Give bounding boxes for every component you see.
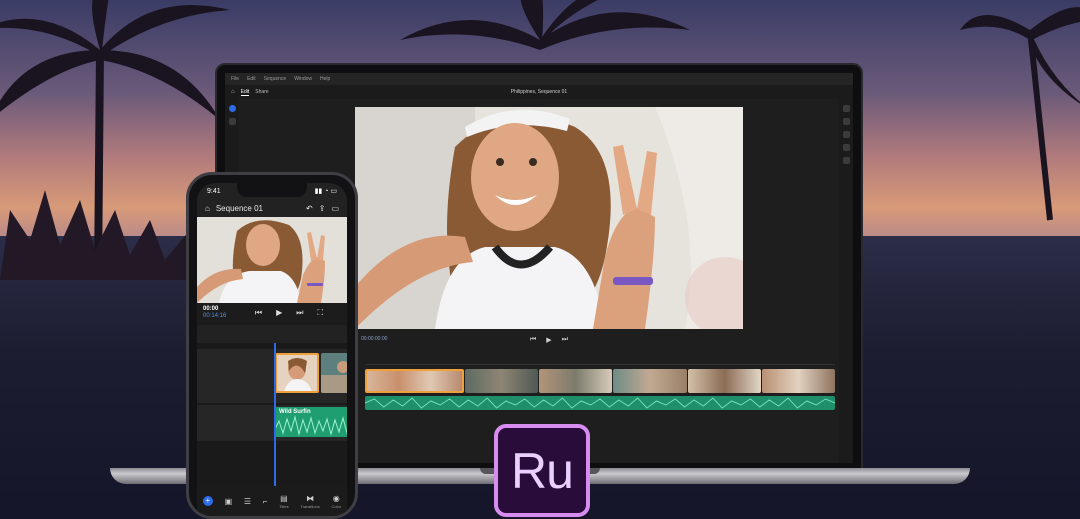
video-frame-selfie: [355, 107, 743, 329]
desktop-menu-bar: File Edit Sequence Window Help: [225, 73, 853, 85]
menu-item-help[interactable]: Help: [320, 76, 330, 82]
phone-playhead[interactable]: [274, 343, 276, 486]
phone-video-clip-selected[interactable]: [275, 353, 319, 393]
sequence-title: Philippines, Sequence 01: [510, 89, 568, 95]
program-monitor[interactable]: [355, 107, 743, 329]
phone-app-screen: 9:41 ▮▮ ◔ ▭ ⌂ Sequence 01 ↶ ⇪ ▭ 00:00 00…: [197, 183, 347, 516]
crop-icon[interactable]: [842, 118, 850, 125]
titles-label: Titles: [279, 503, 289, 509]
premiere-rush-logo: Ru: [494, 424, 590, 517]
video-track: [365, 369, 835, 393]
undo-icon[interactable]: ↶: [306, 204, 313, 213]
desktop-transport-controls: ⏮ ▶ ⏭: [355, 335, 743, 345]
sequence-list-icon[interactable]: ☰: [244, 497, 251, 506]
properties-icon[interactable]: [842, 105, 850, 112]
phone-device: 9:41 ▮▮ ◔ ▭ ⌂ Sequence 01 ↶ ⇪ ▭ 00:00 00…: [186, 172, 358, 519]
menu-item-file[interactable]: File: [231, 76, 239, 82]
right-tool-rail: [839, 99, 853, 463]
video-clip[interactable]: [465, 369, 539, 393]
add-media-button[interactable]: [228, 105, 236, 112]
timeline-ruler[interactable]: [365, 358, 835, 365]
phone-current-time: 00:00: [203, 306, 219, 312]
add-button[interactable]: +: [202, 496, 213, 506]
media-icon[interactable]: ▣: [225, 497, 233, 506]
phone-sequence-title: Sequence 01: [215, 203, 263, 213]
phone-duration: 00:14:16: [203, 313, 227, 319]
logo-text: Ru: [511, 442, 574, 499]
comment-icon[interactable]: ▭: [331, 204, 339, 213]
palm-tree-right: [960, 7, 1080, 221]
color-icon[interactable]: [842, 131, 850, 138]
step-back-icon[interactable]: ⏮: [255, 308, 262, 318]
video-clip[interactable]: [365, 369, 465, 393]
titles-tool[interactable]: ▤ Titles: [279, 494, 288, 509]
menu-item-sequence[interactable]: Sequence: [264, 76, 287, 82]
phone-video-clip[interactable]: [321, 353, 347, 393]
home-icon[interactable]: ⌂: [205, 204, 210, 213]
phone-video-frame: [197, 217, 347, 303]
desktop-top-bar: ⌂ Edit Share Philippines, Sequence 01: [225, 85, 853, 99]
menu-item-window[interactable]: Window: [294, 76, 312, 82]
color-label: Color: [331, 503, 342, 509]
video-clip[interactable]: [761, 369, 835, 393]
signal-wifi-battery-icon: ▮▮ ◔ ▭: [314, 188, 337, 195]
speed-icon[interactable]: [842, 157, 850, 164]
transitions-tool[interactable]: ⧓ Transitions: [300, 494, 319, 509]
crop-icon[interactable]: ⌐: [263, 497, 268, 506]
phone-audio-clip[interactable]: Wild Surfin: [275, 407, 347, 437]
step-forward-icon[interactable]: ⏭: [296, 308, 303, 318]
step-back-icon[interactable]: ⏮: [530, 336, 536, 344]
menu-item-edit[interactable]: Edit: [247, 76, 256, 82]
phone-transport: ⏮ ▶ ⏭ ⛶: [231, 308, 347, 318]
video-clip[interactable]: [539, 369, 613, 393]
video-clip[interactable]: [613, 369, 687, 393]
phone-bottom-toolbar: + ▣ ☰ ⌐ ▤ Titles ⧓ Transitions ◉ Color: [197, 486, 347, 516]
bush-left: [0, 190, 190, 280]
share-icon[interactable]: ⇪: [319, 204, 326, 213]
transitions-label: Transitions: [300, 503, 320, 509]
color-icon: ◉: [332, 493, 340, 503]
phone-timecode: 00:00 00:14:16: [203, 306, 226, 320]
phone-header: ⌂ Sequence 01 ↶ ⇪ ▭: [197, 199, 347, 217]
fullscreen-icon[interactable]: ⛶: [317, 308, 323, 318]
phone-notch: [237, 183, 307, 197]
play-icon[interactable]: ▶: [546, 336, 551, 344]
video-clip[interactable]: [687, 369, 761, 393]
audio-waveform: [365, 397, 835, 409]
phone-playback-controls: 00:00 00:14:16 ⏮ ▶ ⏭ ⛶: [197, 303, 347, 325]
status-time: 9:41: [207, 187, 221, 195]
audio-clip-label: Wild Surfin: [279, 409, 311, 415]
audio-track-clip[interactable]: [365, 396, 835, 410]
color-tool[interactable]: ◉ Color: [332, 494, 342, 509]
desktop-timeline[interactable]: [365, 358, 835, 414]
phone-video-preview[interactable]: [197, 217, 347, 303]
audio-icon[interactable]: [842, 144, 850, 151]
step-forward-icon[interactable]: ⏭: [562, 336, 568, 344]
phone-timeline[interactable]: Wild Surfin: [197, 343, 347, 486]
play-icon[interactable]: ▶: [276, 308, 282, 318]
titles-icon: ▤: [280, 493, 288, 503]
transitions-icon: ⧓: [306, 493, 315, 503]
media-browser-icon[interactable]: [228, 118, 236, 125]
